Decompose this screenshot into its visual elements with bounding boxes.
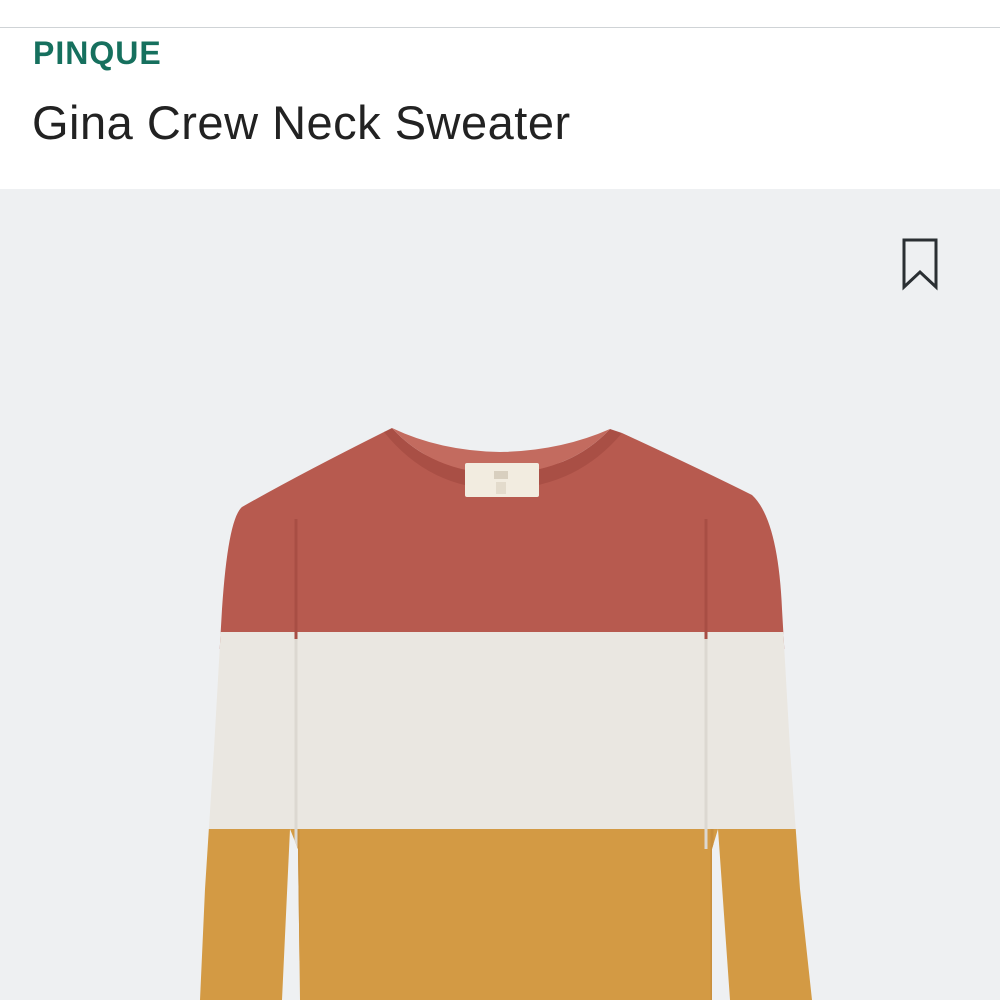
product-header: PINQUE Gina Crew Neck Sweater <box>0 29 1000 188</box>
product-title: Gina Crew Neck Sweater <box>32 96 571 149</box>
brand-name[interactable]: PINQUE <box>33 35 162 72</box>
top-divider <box>0 0 1000 28</box>
product-image-area[interactable] <box>0 189 1000 1000</box>
save-button[interactable] <box>893 233 947 295</box>
bookmark-icon <box>902 238 938 291</box>
sweater-body <box>200 430 812 1000</box>
product-image <box>200 428 812 1000</box>
